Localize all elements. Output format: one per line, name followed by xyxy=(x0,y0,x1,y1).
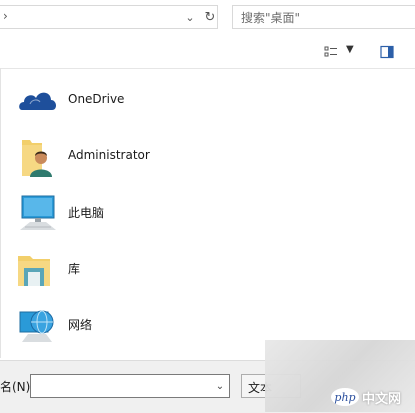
list-item-label: Administrator xyxy=(68,148,150,162)
filename-input[interactable] xyxy=(30,374,230,398)
address-bar-row: › ⌄ ↻ 搜索"桌面" xyxy=(0,0,415,36)
chevron-right-icon[interactable]: › xyxy=(3,9,8,23)
preview-pane-icon[interactable] xyxy=(380,45,394,59)
view-dropdown-icon[interactable]: ▼ xyxy=(346,44,354,55)
chevron-down-icon[interactable]: ⌄ xyxy=(181,5,199,29)
view-options-icon[interactable] xyxy=(324,45,338,59)
library-icon xyxy=(18,256,50,286)
list-item-label: 网络 xyxy=(68,318,93,332)
list-item-this-pc[interactable]: 此电脑 xyxy=(0,188,260,236)
onedrive-cloud-icon xyxy=(19,92,57,110)
list-item-label: 此电脑 xyxy=(68,206,105,220)
list-item-library[interactable]: 库 xyxy=(0,244,260,292)
search-input[interactable]: 搜索"桌面" xyxy=(232,5,415,29)
refresh-icon[interactable]: ↻ xyxy=(200,5,220,29)
list-item-onedrive[interactable]: OneDrive xyxy=(0,76,260,124)
this-pc-icon xyxy=(20,195,56,230)
list-item-label: 库 xyxy=(68,262,81,276)
navigation-list: OneDrive Administrator 此电脑 库 网络 xyxy=(0,70,415,360)
list-item-network[interactable]: 网络 xyxy=(0,300,260,348)
network-icon xyxy=(19,310,54,342)
list-item-label: OneDrive xyxy=(68,92,125,106)
toolbar: ▼ xyxy=(0,36,415,69)
watermark-logo: php 中文网 xyxy=(331,386,401,408)
list-item-administrator[interactable]: Administrator xyxy=(0,132,260,180)
user-folder-icon xyxy=(22,140,52,177)
watermark-text: 中文网 xyxy=(362,391,402,407)
chevron-down-icon[interactable]: ⌄ xyxy=(212,375,228,397)
watermark-badge: php xyxy=(331,388,359,406)
